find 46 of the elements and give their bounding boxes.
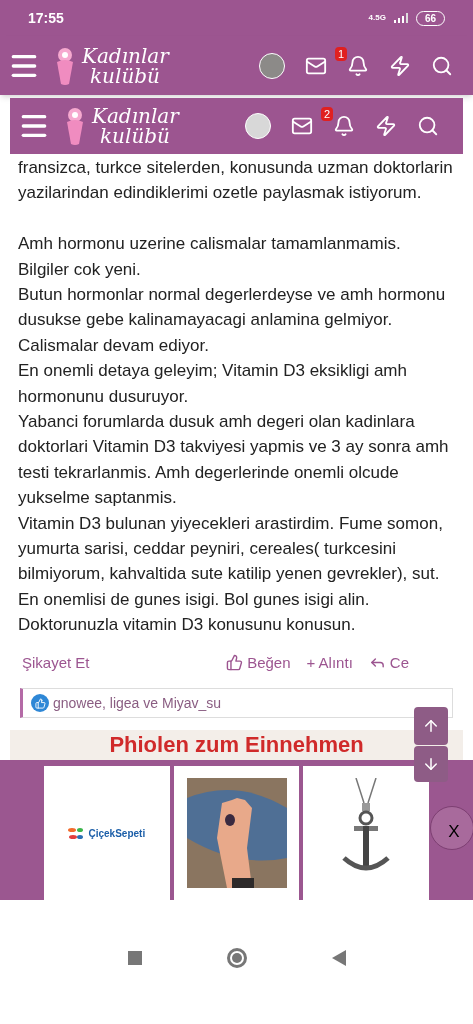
post-text: Amh hormonu uzerine calismalar tamamlanmamis. (18, 233, 402, 256)
ad-card[interactable] (303, 766, 429, 901)
search-icon[interactable] (417, 115, 439, 137)
lightning-icon[interactable] (389, 54, 411, 77)
avatar[interactable] (245, 113, 271, 139)
scroll-up-button[interactable] (414, 707, 448, 745)
flower-logo-icon (68, 826, 85, 841)
like-reaction-icon (31, 694, 49, 713)
post-text: En onemli detaya geleyim; Vitamin D3 eksikligi amh hormonunu dusuruyor. (18, 360, 408, 408)
bell-icon[interactable] (333, 115, 355, 137)
logo-text: Kadınlar (82, 45, 169, 66)
avatar[interactable] (259, 52, 285, 79)
notification-badge: 1 (335, 46, 348, 61)
post-text: Bilgiler cok yeni. (18, 258, 142, 281)
notification-badge: 2 (321, 107, 334, 121)
clock-text: 17:55 (28, 8, 64, 28)
home-icon[interactable] (226, 948, 247, 969)
quote-link[interactable]: + Alıntı (306, 651, 353, 675)
logo-text: kulübü (89, 65, 161, 86)
mail-icon[interactable] (291, 115, 313, 137)
report-link[interactable]: Şikayet Et (22, 651, 90, 675)
post-text: En onemlisi de gunes isigi. Bol gunes isigi alin. (18, 588, 371, 611)
likes-text: gnowee, ligea ve Miyav_su (53, 693, 222, 713)
reply-link[interactable]: Ce (368, 651, 409, 675)
post-text: Butun hormonlar normal degerlerdeyse ve amh hormonu dusukse gebe kalinamayacagi anlamina gelmiyor. Calismalar devam ediyor. (18, 284, 447, 357)
brand-text: ÇiçekSepeti (88, 826, 146, 841)
signal-icon (393, 13, 408, 23)
ad-card[interactable] (173, 766, 300, 901)
thumbs-up-icon (226, 654, 244, 672)
post-text: fransizca, turkce sitelerden, konusunda uzman doktorlarin yazilarindan edindiklerimi ozetle paylasmak istiyorum. (18, 157, 454, 205)
bell-icon[interactable] (347, 54, 369, 77)
logo-text: Kadınlar (92, 106, 179, 126)
arrow-down-icon (422, 755, 440, 773)
logo-text: kulübü (99, 126, 171, 146)
post-text: Yabanci forumlarda dusuk amh degeri olan kadinlara doktorlari Vitamin D3 takviyesi yapmis ve 3 ay sonra amh testi tekrarlanmis. Amh degerlerinde onemli olcude yukselme saptanmis. (18, 411, 450, 510)
ad-banner-text: Phiolen zum Einnehmen (109, 732, 364, 759)
recents-icon[interactable] (127, 951, 142, 966)
back-icon[interactable] (331, 950, 346, 967)
scroll-down-button[interactable] (414, 746, 448, 782)
lightning-icon[interactable] (375, 115, 397, 137)
post-text: Vitamin D3 bulunan yiyecekleri arastirdim. Fume somon, yumurta sarisi, ceddar peyniri, cereales( turkcesini bilmiyorum, kahvaltida sute katilip yenen gevrekler), sut. (18, 512, 444, 586)
search-icon[interactable] (431, 54, 453, 77)
network-text: 4.5G (368, 12, 386, 24)
ad-card[interactable]: ÇiçekSepeti (44, 766, 170, 901)
post-text: Doktorunuzla vitamin D3 konusunu konusun. (18, 614, 357, 637)
like-link[interactable]: Beğen (226, 651, 291, 675)
